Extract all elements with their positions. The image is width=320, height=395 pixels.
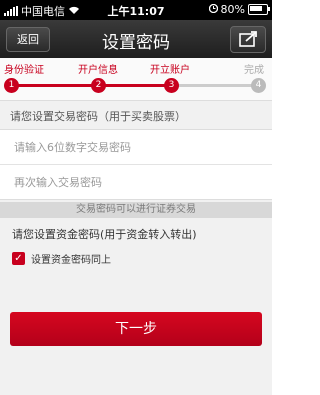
- step-line-done: [6, 84, 172, 87]
- progress-steps: 身份验证 开户信息 开立账户 完成 1 2 3 4: [0, 58, 272, 101]
- status-bar: 中国电信 上午11:07 80%: [0, 0, 272, 20]
- trade-password-input[interactable]: 请输入6位数字交易密码: [0, 130, 272, 164]
- step-dot-4: 4: [251, 78, 266, 93]
- trade-password-confirm-input[interactable]: 再次输入交易密码: [0, 164, 272, 199]
- step-label-1: 身份验证: [4, 65, 44, 76]
- battery-icon: [248, 4, 270, 15]
- nav-bar: 返回 设置密码: [0, 20, 272, 58]
- step-dot-3: 3: [164, 78, 179, 93]
- checkbox-checked-icon[interactable]: ✓: [12, 252, 25, 265]
- status-right: 80%: [208, 3, 270, 16]
- trade-password-label: 请您设置交易密码（用于买卖股票）: [10, 110, 186, 123]
- step-line-pending: [172, 84, 258, 87]
- step-label-3: 开立账户: [150, 65, 190, 76]
- trade-password-hint: 交易密码可以进行证券交易: [0, 202, 272, 218]
- step-label-4: 完成: [244, 65, 264, 76]
- share-button[interactable]: [230, 26, 266, 53]
- trade-password-group: 请输入6位数字交易密码 再次输入交易密码: [0, 129, 272, 200]
- battery-percent: 80%: [220, 3, 245, 16]
- screen: 中国电信 上午11:07 80% 返回 设置密码 身份验证 开户信息 开立账户 …: [0, 0, 272, 395]
- fund-password-section: 请您设置资金密码(用于资金转入转出) ✓ 设置资金密码同上: [0, 218, 272, 270]
- same-password-option[interactable]: ✓ 设置资金密码同上: [12, 251, 260, 266]
- lock-icon: [208, 3, 218, 16]
- step-label-2: 开户信息: [78, 65, 118, 76]
- same-password-label: 设置资金密码同上: [31, 255, 111, 266]
- next-button[interactable]: 下一步: [10, 312, 262, 346]
- fund-password-label: 请您设置资金密码(用于资金转入转出): [12, 228, 197, 241]
- step-dot-1: 1: [4, 78, 19, 93]
- step-dot-2: 2: [91, 78, 106, 93]
- share-icon: [231, 31, 265, 56]
